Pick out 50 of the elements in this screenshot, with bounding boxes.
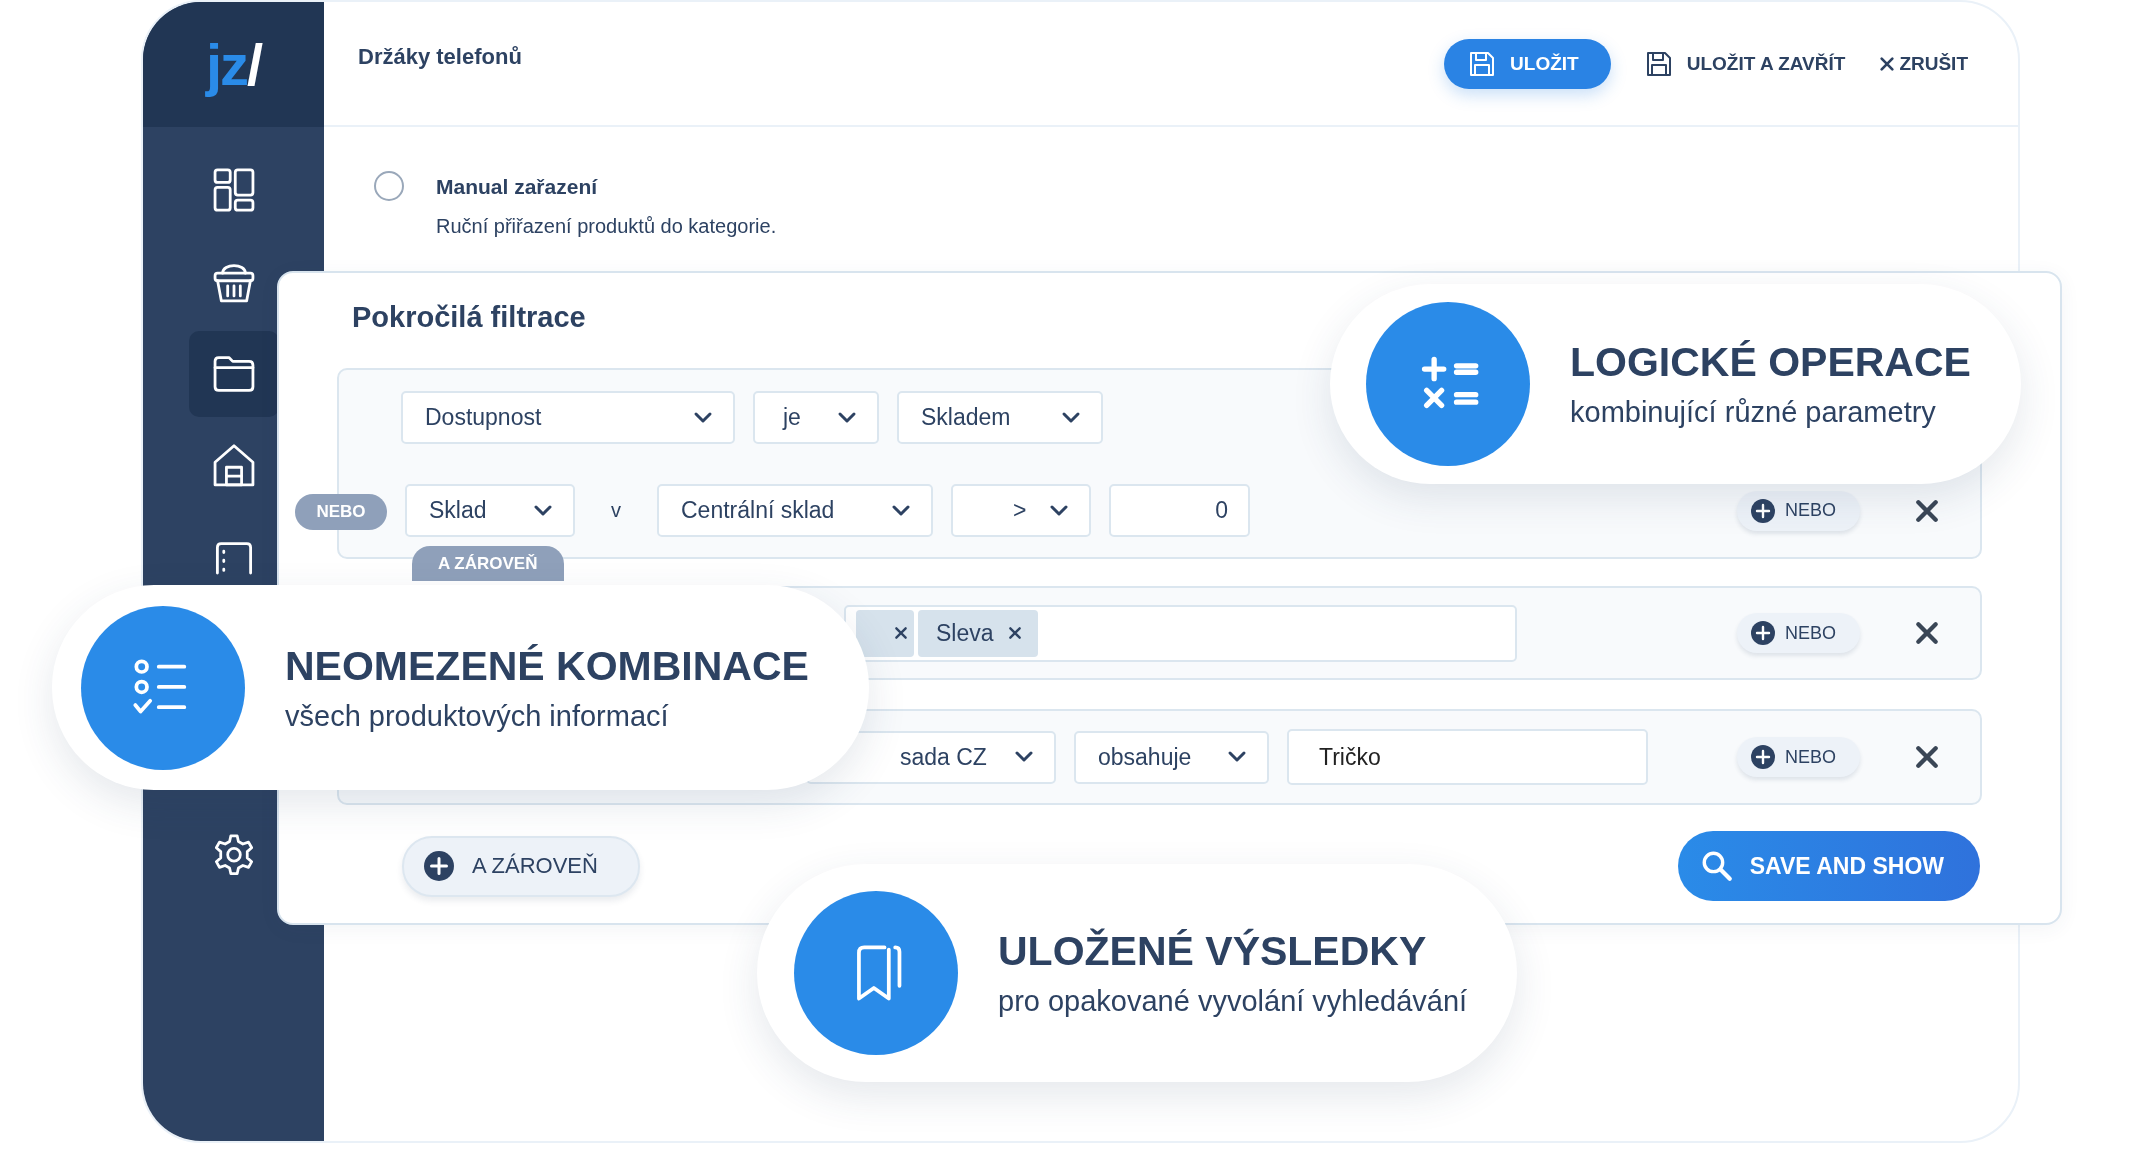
page-title: Držáky telefonů — [358, 43, 523, 70]
save-and-show-button[interactable]: SAVE AND SHOW — [1677, 831, 1980, 901]
remove-button[interactable] — [1914, 744, 1940, 770]
tag: Sleva — [918, 609, 1038, 657]
add-or-button[interactable]: NEBO — [1737, 613, 1860, 653]
close-icon — [1914, 744, 1940, 770]
dropdown[interactable]: je — [753, 391, 879, 444]
remove-button[interactable] — [1914, 497, 1940, 524]
plus-icon — [424, 851, 454, 881]
dropdown[interactable]: Dostupnost — [401, 391, 735, 444]
dropdown[interactable]: obsahuje — [1074, 730, 1269, 784]
radio-button[interactable] — [374, 171, 404, 201]
remove-button[interactable] — [1914, 620, 1940, 646]
callout-title: ULOŽENÉ VÝSLEDKY — [998, 928, 1428, 975]
cancel-button[interactable]: ZRUŠIT — [1879, 52, 1968, 75]
dropdown[interactable]: Centrální sklad — [657, 484, 933, 537]
logo: jz/ — [205, 31, 262, 98]
option-title: Manual zařazení — [436, 175, 599, 199]
close-icon — [1914, 497, 1940, 524]
callout-title: LOGICKÉ OPERACE — [1570, 339, 1971, 386]
callout-subtitle: všech produktových informací — [285, 699, 670, 733]
input-field[interactable]: Tričko — [1287, 729, 1648, 785]
plus-icon — [1751, 621, 1775, 645]
operator-label: v — [610, 499, 622, 522]
save-icon — [1644, 49, 1673, 78]
add-or-button[interactable]: NEBO — [1737, 737, 1860, 777]
or-badge: NEBO — [295, 494, 387, 530]
save-icon — [1468, 49, 1497, 78]
panel-title: Pokročilá filtrace — [352, 301, 586, 334]
plus-icon — [1751, 498, 1775, 523]
close-icon — [1914, 620, 1940, 646]
add-or-button[interactable]: NEBO — [1737, 490, 1860, 531]
dropdown[interactable]: > — [951, 484, 1091, 537]
remove-icon — [894, 626, 908, 640]
callout-subtitle: pro opakované vyvolání vyhledávání — [998, 985, 1468, 1018]
option-description: Ruční přiřazení produktů do kategorie. — [436, 215, 777, 238]
plus-icon — [1751, 745, 1775, 769]
input-field[interactable]: 0 — [1109, 484, 1250, 537]
dropdown[interactable]: Sklad — [405, 484, 575, 537]
sidebar-item[interactable] — [188, 331, 279, 417]
dropdown[interactable]: Skladem — [897, 391, 1103, 444]
save-button[interactable]: ULOŽIT — [1444, 38, 1611, 89]
remove-icon — [1007, 626, 1022, 640]
close-icon — [1879, 55, 1896, 72]
tag-field[interactable]: Sleva — [844, 604, 1517, 662]
callout-title: NEOMEZENÉ KOMBINACE — [285, 642, 809, 690]
and-badge: A ZÁROVEŇ — [412, 546, 564, 581]
save-and-close-button[interactable]: ULOŽIT A ZAVŘÍT — [1644, 49, 1846, 78]
callout-subtitle: kombinující různé parametry — [1570, 396, 1937, 429]
add-and-button[interactable]: A ZÁROVEŇ — [402, 835, 640, 897]
